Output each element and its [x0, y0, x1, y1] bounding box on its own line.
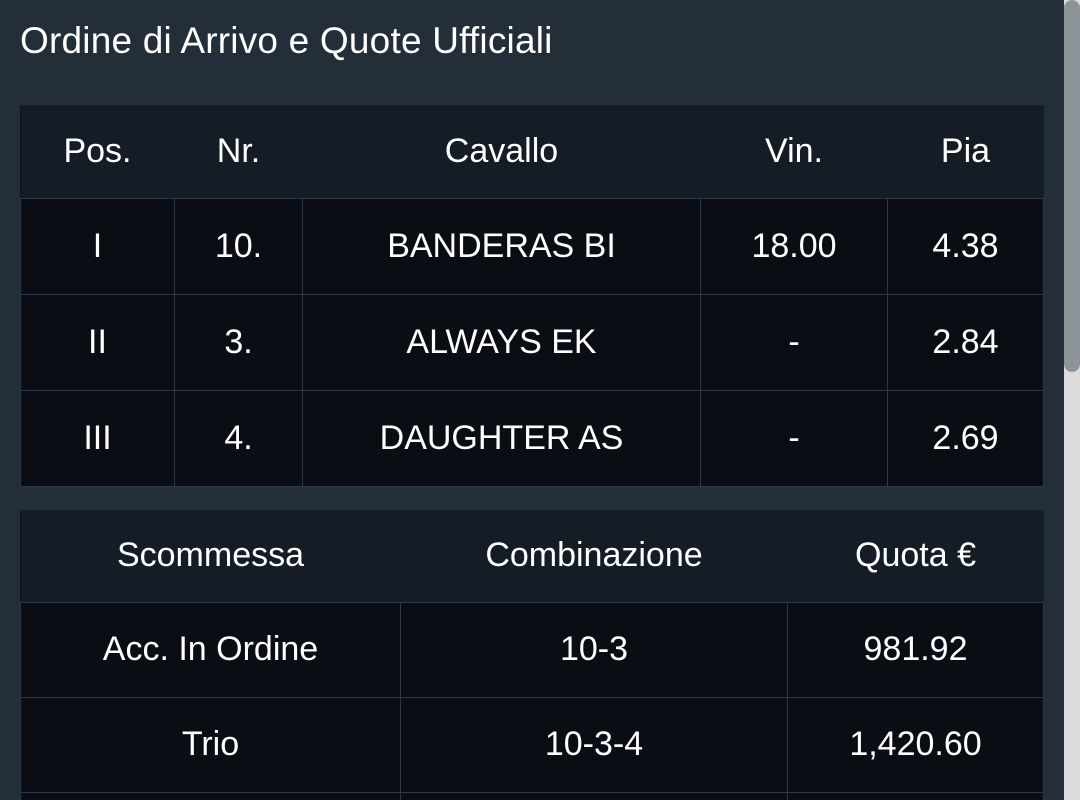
- arrival-table-body: I 10. BANDERAS BI 18.00 4.38 II 3. ALWAY…: [20, 198, 1044, 487]
- cell-vin: -: [700, 390, 888, 487]
- cell-combinazione: 10-3: [400, 602, 788, 698]
- table-row[interactable]: II 3. ALWAYS EK - 2.84: [20, 294, 1044, 391]
- cell-scommessa: Trio: [20, 697, 401, 793]
- cell-pia: 4.38: [887, 198, 1044, 295]
- cell-cavallo: ALWAYS EK: [302, 294, 701, 391]
- cell-quota: 981.92: [787, 602, 1044, 698]
- odds-table-body: Acc. In Ordine 10-3 981.92 Trio 10-3-4 1…: [20, 602, 1044, 800]
- cell-combinazione: [400, 792, 788, 800]
- cell-cavallo: BANDERAS BI: [302, 198, 701, 295]
- column-header-scommessa: Scommessa: [20, 510, 401, 603]
- vertical-scrollbar-track[interactable]: [1064, 0, 1080, 800]
- cell-nr: 3.: [174, 294, 303, 391]
- column-header-combinazione: Combinazione: [400, 510, 788, 603]
- table-header-row: Scommessa Combinazione Quota €: [20, 510, 1044, 603]
- scroll-content: Ordine di Arrivo e Quote Ufficiali Pos. …: [0, 0, 1060, 800]
- cell-nr: 10.: [174, 198, 303, 295]
- table-row[interactable]: III 4. DAUGHTER AS - 2.69: [20, 390, 1044, 487]
- table-row[interactable]: [20, 792, 1044, 800]
- cell-pia: 2.69: [887, 390, 1044, 487]
- cell-scommessa: [20, 792, 401, 800]
- column-header-nr: Nr.: [174, 105, 303, 199]
- cell-scommessa: Acc. In Ordine: [20, 602, 401, 698]
- cell-pos: II: [20, 294, 175, 391]
- vertical-scrollbar-thumb[interactable]: [1064, 0, 1080, 372]
- table-row[interactable]: Trio 10-3-4 1,420.60: [20, 697, 1044, 793]
- column-header-cavallo: Cavallo: [302, 105, 701, 199]
- odds-table: Scommessa Combinazione Quota € Acc. In O…: [20, 510, 1044, 800]
- cell-vin: 18.00: [700, 198, 888, 295]
- cell-nr: 4.: [174, 390, 303, 487]
- table-row[interactable]: I 10. BANDERAS BI 18.00 4.38: [20, 198, 1044, 295]
- column-header-vin: Vin.: [700, 105, 888, 199]
- cell-quota: 1,420.60: [787, 697, 1044, 793]
- cell-pos: III: [20, 390, 175, 487]
- table-header-row: Pos. Nr. Cavallo Vin. Pia: [20, 105, 1044, 199]
- cell-vin: -: [700, 294, 888, 391]
- column-header-pos: Pos.: [20, 105, 175, 199]
- table-row[interactable]: Acc. In Ordine 10-3 981.92: [20, 602, 1044, 698]
- cell-pos: I: [20, 198, 175, 295]
- page-title: Ordine di Arrivo e Quote Ufficiali: [20, 20, 553, 61]
- column-header-quota: Quota €: [787, 510, 1044, 603]
- column-header-pia: Pia: [887, 105, 1044, 199]
- cell-pia: 2.84: [887, 294, 1044, 391]
- cell-combinazione: 10-3-4: [400, 697, 788, 793]
- cell-cavallo: DAUGHTER AS: [302, 390, 701, 487]
- app-root: Ordine di Arrivo e Quote Ufficiali Pos. …: [0, 0, 1080, 800]
- cell-quota: [787, 792, 1044, 800]
- arrival-table-header: Pos. Nr. Cavallo Vin. Pia: [20, 105, 1044, 199]
- arrival-table: Pos. Nr. Cavallo Vin. Pia I 10. BANDERAS…: [20, 105, 1044, 487]
- odds-table-header: Scommessa Combinazione Quota €: [20, 510, 1044, 603]
